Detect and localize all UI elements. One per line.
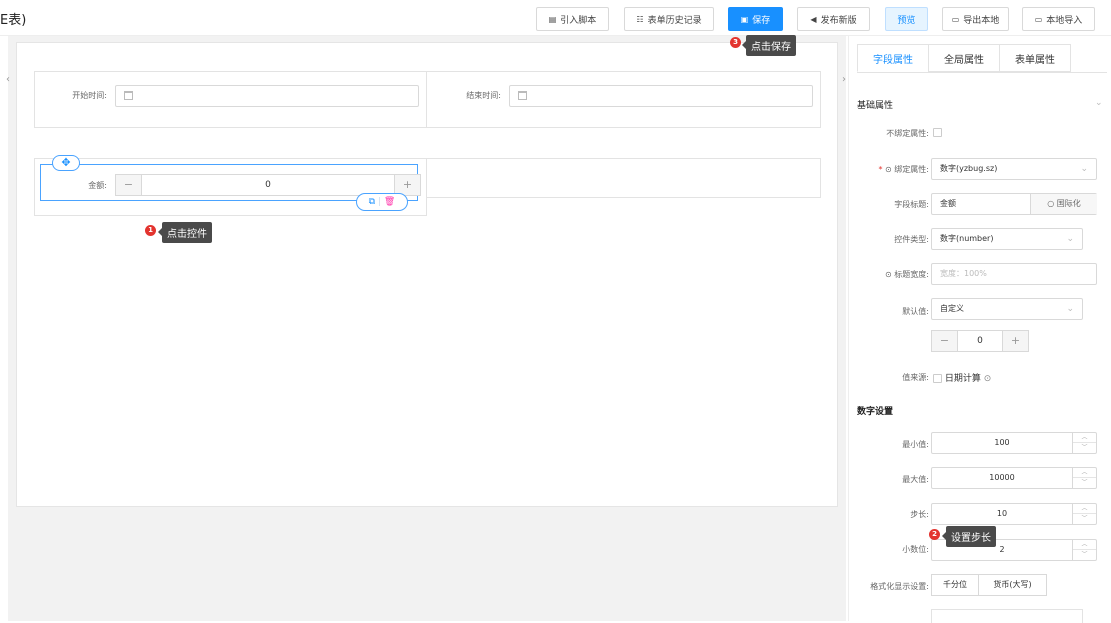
i18n-button[interactable]: ○ 国际化 [1030, 194, 1097, 214]
search-icon: ○ [1047, 199, 1057, 208]
title-width-label: ⊙ 标题宽度: [885, 270, 929, 279]
date-calc-checkbox[interactable]: 日期计算 ⊙ [933, 371, 991, 384]
drag-move-icon[interactable]: ✥ [52, 155, 80, 171]
step-badge-3: 3 [730, 37, 741, 48]
field-title-label: 字段标题: [894, 200, 929, 209]
delete-icon[interactable]: 🗑 [384, 197, 395, 207]
default-number-value: 0 [977, 336, 983, 346]
decrement-button[interactable]: − [932, 331, 958, 351]
publish-button[interactable]: ◀ 发布新版 [797, 7, 870, 31]
tooltip-click-control: 点击控件 [158, 222, 212, 243]
no-bind-label: 不绑定属性: [886, 129, 929, 138]
step-badge-2: 2 [929, 529, 940, 540]
tab-form-props[interactable]: 表单属性 [999, 44, 1071, 72]
collapse-right-icon[interactable]: › [842, 74, 846, 85]
help-icon: ⊙ [983, 374, 992, 384]
folder-open-icon: ▭ [1034, 14, 1043, 24]
preview-label: 预览 [897, 15, 916, 26]
no-bind-checkbox[interactable] [933, 127, 942, 138]
save-label: 保存 [752, 15, 771, 26]
spinner-arrows[interactable]: ︿ ﹀ [1072, 433, 1096, 453]
toolbar: E表) ▤ 引入脚本 ☷ 表单历史记录 ▣ 保存 ◀ 发布新版 预览 ▭ 导出本… [0, 0, 1111, 36]
calendar-icon [518, 91, 527, 100]
spinner-arrows[interactable]: ︿ ﹀ [1072, 540, 1096, 560]
help-icon: ⊙ [885, 165, 895, 174]
publish-label: 发布新版 [820, 15, 857, 26]
save-button[interactable]: ▣ 保存 [728, 7, 783, 31]
end-time-input[interactable] [509, 85, 813, 107]
save-icon: ▣ [740, 14, 749, 24]
step-input[interactable]: 10 ︿ ﹀ [931, 503, 1097, 525]
decrement-button[interactable]: − [116, 175, 142, 195]
end-time-cell[interactable]: 结束时间: [426, 71, 821, 128]
start-time-input[interactable] [115, 85, 419, 107]
format-options: 千分位 货币(大写) [931, 574, 1051, 596]
default-select[interactable]: 自定义 ⌄ [931, 298, 1083, 320]
bind-label: * ⊙ 绑定属性: [878, 165, 930, 174]
folder-icon: ▭ [951, 14, 960, 24]
min-label: 最小值: [902, 440, 929, 449]
step-label: 步长: [910, 510, 929, 519]
chevron-down-icon[interactable]: ⌄ [1095, 98, 1103, 108]
history-button[interactable]: ☷ 表单历史记录 [624, 7, 714, 31]
export-label: 导出本地 [963, 15, 1000, 26]
script-icon: ▤ [548, 14, 557, 24]
panel-tabs: 字段属性 全局属性 表单属性 [857, 44, 1071, 72]
history-label: 表单历史记录 [647, 15, 702, 26]
send-icon: ◀ [810, 14, 817, 24]
tooltip-click-save: 点击保存 [742, 35, 796, 56]
control-actions: ⧉ | 🗑 [356, 193, 408, 211]
local-import-label: 本地导入 [1046, 15, 1083, 26]
calendar-icon [124, 91, 133, 100]
amount-label: 金额: [88, 181, 107, 190]
max-input[interactable]: 10000 ︿ ﹀ [931, 467, 1097, 489]
chevron-down-icon: ⌄ [1080, 164, 1088, 174]
form-canvas: 开始时间: 结束时间: 金额: − 0 + ✥ ⧉ | 🗑 [16, 42, 838, 507]
history-icon: ☷ [636, 14, 644, 24]
section-basic: 基础属性 [857, 101, 894, 111]
min-input[interactable]: 100 ︿ ﹀ [931, 432, 1097, 454]
amount-value: 0 [265, 180, 271, 190]
chevron-down-icon: ⌄ [1066, 304, 1074, 314]
import-script-button[interactable]: ▤ 引入脚本 [536, 7, 609, 31]
start-time-label: 开始时间: [72, 91, 107, 100]
preview-button[interactable]: 预览 [885, 7, 928, 31]
default-number-input[interactable]: − 0 + [931, 330, 1029, 352]
section-number: 数字设置 [857, 407, 894, 417]
end-time-label: 结束时间: [466, 91, 501, 100]
help-icon: ⊙ [885, 270, 895, 279]
increment-button[interactable]: + [394, 175, 420, 195]
decimals-label: 小数位: [902, 545, 929, 554]
max-label: 最大值: [902, 475, 929, 484]
import-script-label: 引入脚本 [560, 15, 597, 26]
field-title-input[interactable]: 金额 ○ 国际化 [931, 193, 1097, 215]
bind-select[interactable]: 数字(yzbug.sz) ⌄ [931, 158, 1097, 180]
increment-button[interactable]: + [1002, 331, 1028, 351]
start-time-cell[interactable]: 开始时间: [34, 71, 427, 128]
empty-cell[interactable] [426, 158, 821, 198]
copy-icon[interactable]: ⧉ [369, 197, 375, 207]
collapse-left-icon[interactable]: ‹ [6, 74, 10, 85]
format-currency[interactable]: 货币(大写) [978, 574, 1047, 596]
chevron-down-icon: ⌄ [1066, 234, 1074, 244]
export-button[interactable]: ▭ 导出本地 [942, 7, 1009, 31]
step-badge-1: 1 [145, 225, 156, 236]
tooltip-set-step: 设置步长 [942, 526, 996, 547]
spinner-arrows[interactable]: ︿ ﹀ [1072, 504, 1096, 524]
title-width-input[interactable]: 宽度：100% [931, 263, 1097, 285]
control-type-label: 控件类型: [894, 235, 929, 244]
default-label: 默认值: [902, 307, 929, 316]
page-title: E表) [0, 13, 27, 28]
tab-global-props[interactable]: 全局属性 [928, 44, 1000, 72]
format-label: 格式化显示设置: [870, 582, 929, 591]
spinner-arrows[interactable]: ︿ ﹀ [1072, 468, 1096, 488]
format-thousands[interactable]: 千分位 [931, 574, 979, 596]
control-type-select[interactable]: 数字(number) ⌄ [931, 228, 1083, 250]
local-import-button[interactable]: ▭ 本地导入 [1022, 7, 1095, 31]
value-source-label: 值来源: [902, 373, 929, 382]
tab-field-props[interactable]: 字段属性 [857, 44, 929, 72]
